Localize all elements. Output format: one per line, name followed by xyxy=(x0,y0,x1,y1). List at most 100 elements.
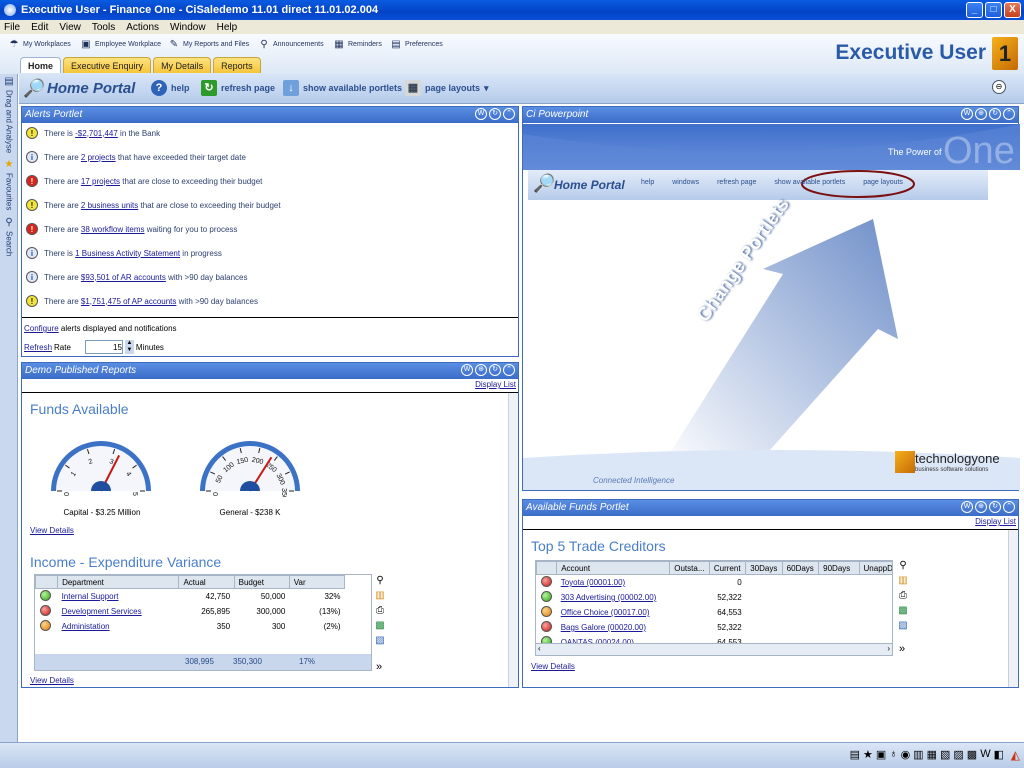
help-button[interactable]: ? help xyxy=(151,80,190,96)
department-link[interactable]: Internal Support xyxy=(62,592,119,601)
column-header[interactable]: 30Days xyxy=(745,561,783,575)
print-icon[interactable]: ⎙ xyxy=(374,605,386,617)
menu-tools[interactable]: Tools xyxy=(92,22,115,33)
column-header[interactable]: Actual xyxy=(178,575,235,589)
menu-edit[interactable]: Edit xyxy=(31,22,48,33)
refresh-link[interactable]: Refresh xyxy=(24,343,52,352)
table-row[interactable]: Office Choice (00017.00) 64,553 xyxy=(537,605,893,620)
page-layouts-button[interactable]: ▦ page layouts ▾ xyxy=(405,80,489,96)
alert-link[interactable]: 1 Business Activity Statement xyxy=(75,249,180,258)
table-row[interactable]: Bags Galore (00020.00) 52,322 xyxy=(537,620,893,635)
launcher-preferences[interactable]: ▤ Preferences xyxy=(390,39,442,50)
vertical-scrollbar[interactable] xyxy=(508,393,518,687)
collapse-icon[interactable]: ⌃ xyxy=(1003,501,1015,513)
refresh-icon[interactable]: ↻ xyxy=(989,501,1001,513)
menu-file[interactable]: File xyxy=(4,22,20,33)
more-button[interactable]: » xyxy=(376,661,382,673)
table-row[interactable]: Administation 350 300 (2%) xyxy=(36,619,345,634)
portal-options-icon[interactable]: ⊖ xyxy=(992,80,1006,94)
tray-icon[interactable]: ◧ xyxy=(994,748,1004,761)
zoom-icon[interactable]: ⚲ xyxy=(897,560,909,572)
department-link[interactable]: Development Services xyxy=(62,607,142,616)
alert-link[interactable]: $93,501 of AR accounts xyxy=(81,273,166,282)
options-icon[interactable]: ⊕ xyxy=(975,501,987,513)
menu-help[interactable]: Help xyxy=(217,22,238,33)
launcher-reminders[interactable]: ▦ Reminders xyxy=(333,39,382,50)
account-link[interactable]: Office Choice (00017.00) xyxy=(561,608,650,617)
options-icon[interactable]: ⊕ xyxy=(975,108,987,120)
close-button[interactable]: X xyxy=(1004,2,1021,18)
column-header[interactable]: Department xyxy=(57,575,180,589)
export-icon[interactable]: ▧ xyxy=(374,635,386,647)
alert-link[interactable]: 2 business units xyxy=(81,201,138,210)
vertical-scrollbar[interactable] xyxy=(1008,530,1018,687)
display-list-link[interactable]: Display List xyxy=(975,517,1016,526)
sidebar-drag-analyse[interactable]: ▤ Drag and Analyse xyxy=(1,76,17,153)
tray-icon[interactable]: ▤ xyxy=(850,748,860,761)
show-available-portlets-button[interactable]: ↓ show available portlets xyxy=(283,80,402,96)
refresh-rate-input[interactable] xyxy=(84,340,123,354)
zoom-icon[interactable]: ⚲ xyxy=(374,575,386,587)
tray-icon[interactable]: ▨ xyxy=(953,748,963,761)
window-icon[interactable]: W xyxy=(475,108,487,120)
display-list-link[interactable]: Display List xyxy=(475,380,516,389)
column-header[interactable]: 90Days xyxy=(818,561,860,575)
tray-icon[interactable]: ◉ xyxy=(901,748,911,761)
tray-icon[interactable]: ▦ xyxy=(927,748,937,761)
alert-link[interactable]: $1,751,475 of AP accounts xyxy=(81,297,176,306)
sidebar-favourites[interactable]: ★ Favourites xyxy=(1,159,17,210)
refresh-icon[interactable]: ↻ xyxy=(489,108,501,120)
refresh-icon[interactable]: ↻ xyxy=(489,364,501,376)
tray-word-icon[interactable]: W xyxy=(980,748,990,761)
launcher-my-workplaces[interactable]: ☂ My Workplaces xyxy=(8,39,71,50)
tab-reports[interactable]: Reports xyxy=(213,57,261,73)
tray-binoculars-icon[interactable]: ♁ xyxy=(889,748,897,761)
sidebar-search[interactable]: ⚲ Search xyxy=(1,217,17,256)
print-icon[interactable]: ⎙ xyxy=(897,590,909,602)
column-header[interactable]: Current xyxy=(708,561,747,575)
window-icon[interactable]: W xyxy=(961,501,973,513)
tray-icon[interactable]: ▣ xyxy=(876,748,886,761)
menu-window[interactable]: Window xyxy=(170,22,206,33)
column-header[interactable]: 60Days xyxy=(781,561,820,575)
tab-my-details[interactable]: My Details xyxy=(153,57,212,73)
maximize-button[interactable]: □ xyxy=(985,2,1002,18)
column-header[interactable]: Account xyxy=(556,561,671,575)
alert-link[interactable]: -$2,701,447 xyxy=(75,129,118,138)
tray-alert-icon[interactable]: ◭ xyxy=(1011,748,1020,762)
alert-link[interactable]: 2 projects xyxy=(81,153,116,162)
view-details-link[interactable]: View Details xyxy=(30,676,74,685)
tray-star-icon[interactable]: ★ xyxy=(863,748,873,761)
launcher-reports-files[interactable]: ✎ My Reports and Files xyxy=(168,39,249,50)
chart-icon[interactable]: ▥ xyxy=(897,575,909,587)
menu-actions[interactable]: Actions xyxy=(126,22,159,33)
refresh-icon[interactable]: ↻ xyxy=(989,108,1001,120)
launcher-employee-workplace[interactable]: ▣ Employee Workplace xyxy=(80,39,161,50)
excel-icon[interactable]: ▩ xyxy=(897,605,909,617)
column-header[interactable]: Var xyxy=(288,575,346,589)
column-header[interactable]: Budget xyxy=(233,575,290,589)
options-icon[interactable]: ⊕ xyxy=(475,364,487,376)
account-link[interactable]: 303 Advertising (00002.00) xyxy=(561,593,657,602)
refresh-page-button[interactable]: ↻ refresh page xyxy=(201,80,275,96)
collapse-icon[interactable]: ⌃ xyxy=(503,364,515,376)
collapse-icon[interactable]: ⌃ xyxy=(1003,108,1015,120)
view-details-link[interactable]: View Details xyxy=(30,526,74,535)
excel-icon[interactable]: ▩ xyxy=(374,620,386,632)
view-details-link[interactable]: View Details xyxy=(531,662,575,671)
tray-icon[interactable]: ▧ xyxy=(940,748,950,761)
window-icon[interactable]: W xyxy=(961,108,973,120)
tray-icon[interactable]: ▥ xyxy=(913,748,923,761)
more-button[interactable]: » xyxy=(899,643,905,655)
minimize-button[interactable]: _ xyxy=(966,2,983,18)
launcher-announcements[interactable]: ⚲ Announcements xyxy=(258,39,323,50)
horizontal-scrollbar[interactable]: ‹ › xyxy=(536,643,892,655)
export-icon[interactable]: ▧ xyxy=(897,620,909,632)
table-row[interactable]: Toyota (00001.00) 0 xyxy=(537,575,893,591)
table-row[interactable]: 303 Advertising (00002.00) 52,322 xyxy=(537,590,893,605)
table-row[interactable]: Development Services 265,895 300,000 (13%) xyxy=(36,604,345,619)
alert-link[interactable]: 38 workflow items xyxy=(81,225,145,234)
tab-executive-enquiry[interactable]: Executive Enquiry xyxy=(63,57,152,73)
menu-view[interactable]: View xyxy=(59,22,81,33)
rate-spinner[interactable]: ▲ ▼ xyxy=(124,340,134,354)
